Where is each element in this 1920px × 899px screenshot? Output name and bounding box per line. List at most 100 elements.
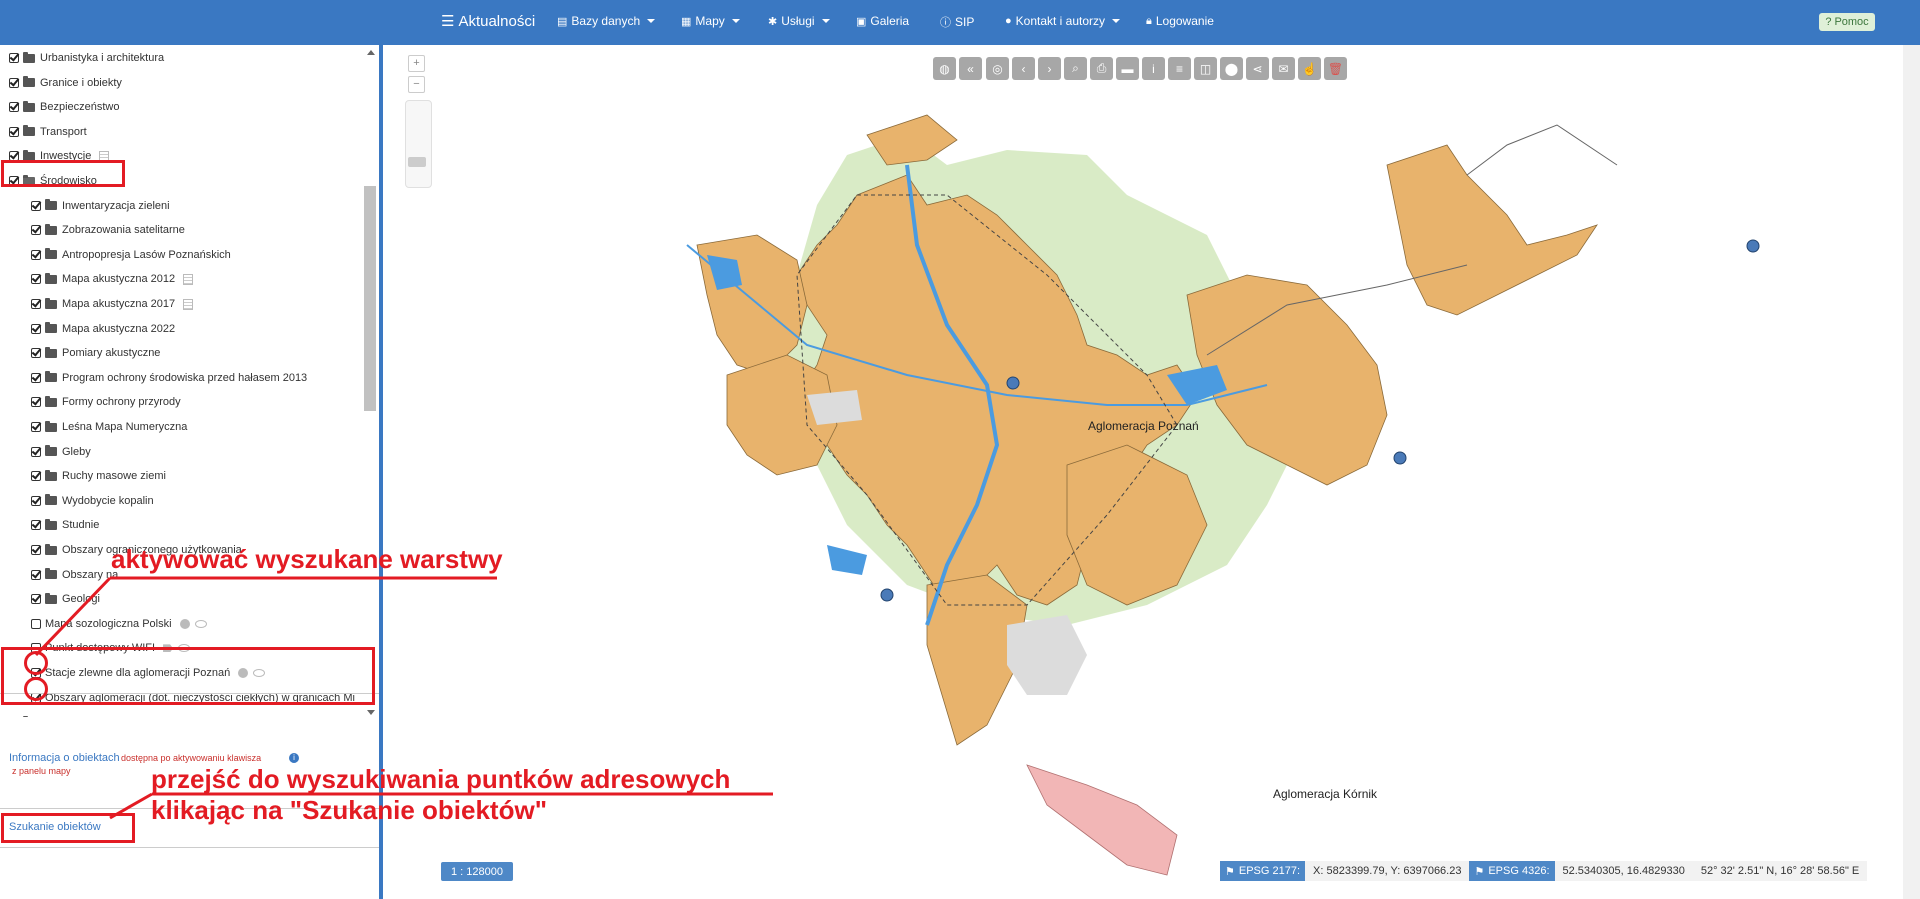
- layer-row[interactable]: Mapa sozologiczna Polski: [31, 614, 207, 634]
- info-icon[interactable]: i: [1142, 57, 1165, 80]
- nav-maps[interactable]: ▦ Mapy: [681, 14, 740, 28]
- coordinate-bar: ⚑ EPSG 2177: X: 5823399.79, Y: 6397066.23…: [1220, 861, 1868, 881]
- zoom-slider-thumb[interactable]: [408, 157, 426, 167]
- layer-row[interactable]: Pomiary akustyczne: [31, 343, 160, 363]
- layer-checkbox[interactable]: [31, 446, 41, 457]
- layer-label: Program ochrony środowiska przed hałasem…: [62, 371, 308, 384]
- layer-row[interactable]: Mapa akustyczna 2022: [31, 319, 175, 339]
- layer-row[interactable]: Antropopresja Lasów Poznańskich: [31, 245, 231, 265]
- legend-icon[interactable]: [183, 298, 194, 310]
- layer-row[interactable]: Geologi: [31, 589, 100, 609]
- nav-gallery[interactable]: ▣ Galeria: [856, 14, 909, 28]
- layer-label: Inwentaryzacja zieleni: [62, 199, 170, 212]
- chevron-left-icon[interactable]: ‹: [1012, 57, 1035, 80]
- legend-icon[interactable]: [183, 273, 194, 285]
- caret-down-icon: [647, 19, 656, 23]
- layer-row[interactable]: Formy ochrony przyrody: [31, 392, 181, 412]
- layer-checkbox[interactable]: [31, 372, 41, 383]
- nav-services[interactable]: ✱ Usługi: [768, 14, 830, 28]
- eye-slash-icon[interactable]: ◎: [986, 57, 1009, 80]
- layer-checkbox[interactable]: [31, 594, 41, 605]
- layer-checkbox[interactable]: [31, 618, 41, 629]
- layer-row[interactable]: Zobrazowania satelitarne: [31, 220, 185, 240]
- folder-icon: [45, 543, 57, 555]
- chevron-right-icon[interactable]: ›: [1038, 57, 1061, 80]
- share-icon[interactable]: ⋖: [1246, 57, 1269, 80]
- lake: [827, 545, 867, 575]
- nav-databases[interactable]: ▤ Bazy danych: [557, 14, 656, 28]
- folder-icon: [45, 420, 57, 432]
- layer-row[interactable]: Mapa akustyczna 2012: [31, 269, 194, 289]
- layer-checkbox[interactable]: [9, 126, 19, 137]
- folder-icon: [45, 371, 57, 383]
- columns-icon[interactable]: ◫: [1194, 57, 1217, 80]
- info-note-2: z panelu mapy: [12, 766, 71, 776]
- layer-row[interactable]: Inwentaryzacja zieleni: [31, 196, 170, 216]
- layer-row[interactable]: Bezpieczeństwo: [9, 97, 120, 117]
- layer-checkbox[interactable]: [31, 299, 41, 309]
- page-scrollbar[interactable]: [1903, 45, 1920, 899]
- trash-icon[interactable]: 🗑︎: [1324, 57, 1347, 80]
- user-icon: ●: [1005, 15, 1012, 27]
- layer-row[interactable]: Obszary na: [31, 565, 118, 585]
- layer-row[interactable]: Ruchy masowe ziemi: [31, 466, 166, 486]
- layer-checkbox[interactable]: [9, 102, 19, 113]
- layer-checkbox[interactable]: [31, 397, 41, 408]
- layer-checkbox[interactable]: [31, 569, 41, 580]
- scroll-up-icon[interactable]: [367, 50, 375, 55]
- help-button[interactable]: ? Pomoc: [1819, 13, 1875, 31]
- layer-label: Obszary na: [62, 568, 119, 581]
- globe-icon[interactable]: ◍: [933, 57, 956, 80]
- list-icon[interactable]: ≡: [1168, 57, 1191, 80]
- folder-icon: [45, 494, 57, 506]
- layer-checkbox[interactable]: [31, 520, 41, 531]
- layer-checkbox[interactable]: [31, 274, 41, 285]
- layer-row[interactable]: Mapa akustyczna 2017: [31, 294, 194, 314]
- layer-checkbox[interactable]: [31, 225, 41, 236]
- zoom-out-button[interactable]: −: [408, 76, 425, 93]
- double-chevron-left-icon[interactable]: «: [959, 57, 982, 80]
- layer-checkbox[interactable]: [31, 249, 41, 260]
- info-circle-icon[interactable]: i: [289, 753, 299, 763]
- layer-row[interactable]: Studnie: [31, 515, 99, 535]
- layer-checkbox[interactable]: [31, 323, 41, 334]
- nav-contact[interactable]: ● Kontakt i autorzy: [1005, 14, 1121, 28]
- nav-login[interactable]: 🔒︎ Logowanie: [1146, 14, 1214, 28]
- print-icon[interactable]: ⎙: [1090, 57, 1113, 80]
- layer-checkbox[interactable]: [9, 53, 19, 63]
- nav-sip[interactable]: ⓘ SIP: [940, 14, 974, 30]
- layer-row[interactable]: Gleby: [31, 442, 91, 462]
- hand-pointer-icon[interactable]: ☝: [1298, 57, 1321, 80]
- layer-checkbox[interactable]: [31, 495, 41, 506]
- layer-row[interactable]: Leśna Mapa Numeryczna: [31, 417, 187, 437]
- layer-checkbox[interactable]: [31, 471, 41, 482]
- menu-icon: ☰: [441, 13, 455, 30]
- ruler-icon[interactable]: ▬: [1116, 57, 1139, 80]
- zoom-slider[interactable]: [405, 100, 432, 188]
- search-icon[interactable]: ⌕: [1064, 57, 1087, 80]
- eye-slash-icon[interactable]: [194, 619, 207, 628]
- layer-checkbox[interactable]: [31, 422, 41, 432]
- layer-label: Studnie: [62, 519, 100, 532]
- layer-row[interactable]: Transport: [9, 122, 87, 142]
- map-marker-icon[interactable]: ⬤: [1220, 57, 1243, 80]
- folder-icon: [45, 223, 57, 235]
- layer-row[interactable]: Wydobycie kopalin: [31, 491, 154, 511]
- highlight-checkbox-2: [24, 677, 48, 701]
- layer-checkbox[interactable]: [31, 348, 41, 359]
- nav-news[interactable]: ☰ Aktualności: [441, 12, 535, 31]
- layer-checkbox[interactable]: [31, 200, 41, 211]
- layer-checkbox[interactable]: [31, 545, 41, 555]
- layer-row[interactable]: Program ochrony środowiska przed hałasem…: [31, 368, 307, 388]
- envelope-icon[interactable]: ✉: [1272, 57, 1295, 80]
- layer-tree-scrollbar[interactable]: [364, 186, 376, 411]
- zoom-in-button[interactable]: +: [408, 55, 425, 72]
- database-icon: ▤: [557, 15, 568, 28]
- layer-row[interactable]: Granice i obiekty: [9, 73, 122, 93]
- folder-icon: [23, 51, 35, 63]
- layer-checkbox[interactable]: [9, 77, 19, 88]
- layer-label: Bezpieczeństwo: [40, 101, 120, 114]
- info-circle-icon[interactable]: [179, 618, 190, 629]
- layer-row[interactable]: Urbanistyka i architektura: [9, 48, 164, 68]
- info-objects-link[interactable]: Informacja o obiektach: [9, 752, 120, 764]
